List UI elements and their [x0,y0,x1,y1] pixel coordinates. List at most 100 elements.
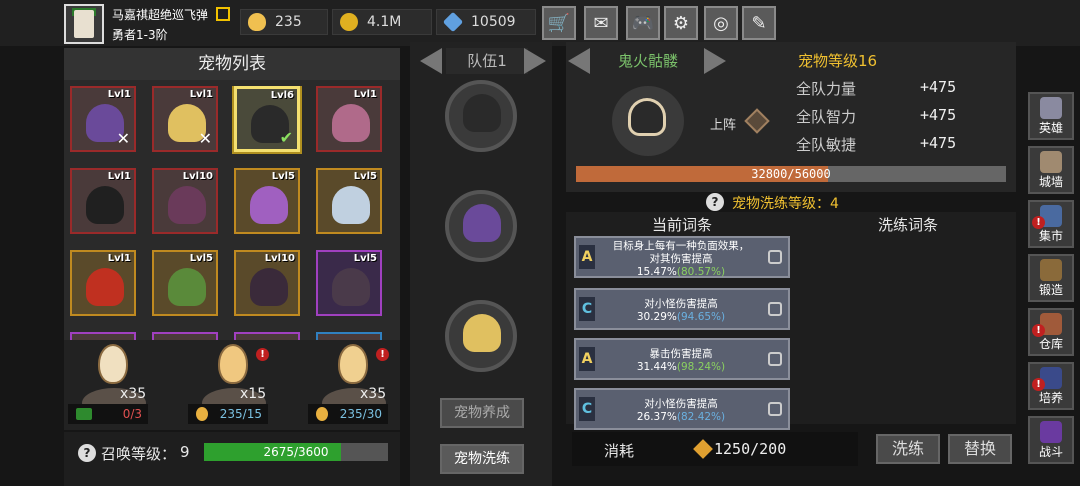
pet-card[interactable]: Lvl5 [234,168,300,234]
pet-wash-button[interactable]: 宠物洗练 [440,444,524,474]
gem-resource: 10509 [436,9,536,35]
cost-value-text: 1250/200 [714,440,787,458]
pet-level-label: Lvl5 [353,253,377,264]
pet-card[interactable]: Lvl10 [152,168,218,234]
nav-market-stall-button[interactable]: 集市! [1028,200,1074,248]
color-wheel-icon: ◎ [713,12,729,34]
alert-badge-icon: ! [256,348,269,361]
help-icon[interactable]: ? [78,444,96,462]
anvil-icon [1040,259,1062,281]
pet-card[interactable]: Lvl6 ✔ [234,86,300,152]
stat-label-intelligence: 全队智力 [796,108,857,126]
summon-progress-bar: 2675/3600 [204,443,388,461]
pet-grid: Lvl1 ✕ Lvl1 ✕ Lvl6 ✔ Lvl1 Lvl1 Lvl10 Lvl5 Lvl5 Lvl1… [70,86,396,340]
affix-value-line: 31.44%(98.24%) [598,361,764,374]
pet-card[interactable]: Lvl5 [316,250,382,316]
affix-text: 对小怪伤害提高 26.37%(82.42%) [598,398,764,424]
affix-max-value: (98.24%) [676,361,726,373]
nav-hero-helmet-button[interactable]: 英雄 [1028,92,1074,140]
pet-next-arrow-icon[interactable] [704,48,726,74]
skeleton-pet-icon [628,98,666,136]
affix-desc-line: 目标身上每有一种负面效果， [612,240,750,252]
gamepad-button[interactable]: 🎮 [626,6,660,40]
summon-level: 9 [180,443,190,461]
affix-desc-line: 暴击伤害提高 [649,348,713,360]
wash-help-icon[interactable]: ? [706,193,724,211]
summon-label: 召唤等级： [101,445,177,463]
pet-level-label: Lvl1 [353,89,377,100]
current-affix[interactable]: C 对小怪伤害提高 30.29%(94.65%) [574,288,790,330]
edit-name-icon[interactable] [216,7,230,21]
lock-icon[interactable] [768,402,782,416]
settings-button[interactable]: ⚙ [664,6,698,40]
pet-card[interactable]: Lvl1 ✕ [70,86,136,152]
affix-max-value: (94.65%) [676,311,726,323]
summon-egg-icon[interactable] [218,344,248,384]
nav-anvil-button[interactable]: 锻造 [1028,254,1074,302]
nav-colosseum-button[interactable]: 城墙 [1028,146,1074,194]
summon-egg-icon[interactable] [338,344,368,384]
deploy-label: 上阵 [710,118,737,133]
lock-icon[interactable] [768,250,782,264]
team-next-arrow-icon[interactable] [524,48,546,74]
lock-icon[interactable] [768,302,782,316]
replace-button[interactable]: 替换 [948,434,1012,464]
team-slot-3[interactable] [445,300,517,372]
pet-card-partial[interactable] [152,332,218,340]
in-team-check-icon: ✔ [279,128,293,147]
pet-card[interactable]: Lvl5 [152,250,218,316]
shop-button[interactable]: 🛒 [542,6,576,40]
pet-card[interactable]: Lvl10 [234,250,300,316]
video-ad-icon [76,408,92,420]
coin-resource: 4.1M [332,9,432,35]
pet-card[interactable]: Lvl1 [70,168,136,234]
pet-sprite-icon [332,268,370,306]
summon-egg-icon[interactable] [98,344,128,384]
egg-cost-bar[interactable]: 235/30 [308,404,388,424]
team-slot-1[interactable] [445,80,517,152]
color-wheel-button[interactable]: ◎ [704,6,738,40]
pet-sprite-icon [168,268,206,306]
wash-action-button[interactable]: 洗练 [876,434,940,464]
pet-list-title: 宠物列表 [64,48,400,80]
stat-value-intelligence: +475 [920,106,957,124]
lock-icon[interactable] [768,352,782,366]
coin-count: 4.1M [367,14,402,30]
pet-level-label: Lvl1 [107,89,131,100]
flame-spirit-pet-icon [463,314,501,352]
nav-warehouse-chest-button[interactable]: 仓库! [1028,308,1074,356]
egg-cost-bar[interactable]: 0/3 [68,404,148,424]
pet-card[interactable]: Lvl5 [316,168,382,234]
nav-training-potion-button[interactable]: 培养! [1028,362,1074,410]
stat-value-agility: +475 [920,134,957,152]
nav-label: 集市 [1038,229,1063,243]
nav-battle-portal-button[interactable]: 战斗 [1028,416,1074,464]
unavailable-x-icon: ✕ [198,129,212,148]
player-name: 马嘉祺超绝巡飞弹 [112,8,209,22]
pet-card[interactable]: Lvl1 [316,86,382,152]
gamepad-icon: 🎮 [631,12,655,34]
team-slot-2[interactable] [445,190,517,262]
egg-panel: x35 0/3 x15 235/15! x35 235/30! [64,340,400,430]
pet-card[interactable]: Lvl1 [70,250,136,316]
feather-button[interactable]: ✎ [742,6,776,40]
pet-raise-button[interactable]: 宠物养成 [440,398,524,428]
egg-cost-bar[interactable]: 235/15 [188,404,268,424]
team-prev-arrow-icon[interactable] [420,48,442,74]
egg-icon [248,13,266,31]
unavailable-x-icon: ✕ [116,129,130,148]
alert-badge-icon: ! [376,348,389,361]
gem-count: 10509 [471,14,516,30]
pet-card[interactable]: Lvl1 ✕ [152,86,218,152]
mail-button[interactable]: ✉ [584,6,618,40]
affix-max-value: (82.42%) [676,411,726,423]
pet-card-partial[interactable] [70,332,136,340]
pet-card-partial[interactable] [316,332,382,340]
pet-card-partial[interactable] [234,332,300,340]
avatar[interactable] [64,4,104,44]
current-affix[interactable]: C 对小怪伤害提高 26.37%(82.42%) [574,388,790,430]
stat-label-agility: 全队敏捷 [796,136,857,154]
pet-prev-arrow-icon[interactable] [568,48,590,74]
current-affix[interactable]: A 目标身上每有一种负面效果， 对其伤害提高 15.47%(80.57%) [574,236,790,278]
current-affix[interactable]: A 暴击伤害提高 31.44%(98.24%) [574,338,790,380]
